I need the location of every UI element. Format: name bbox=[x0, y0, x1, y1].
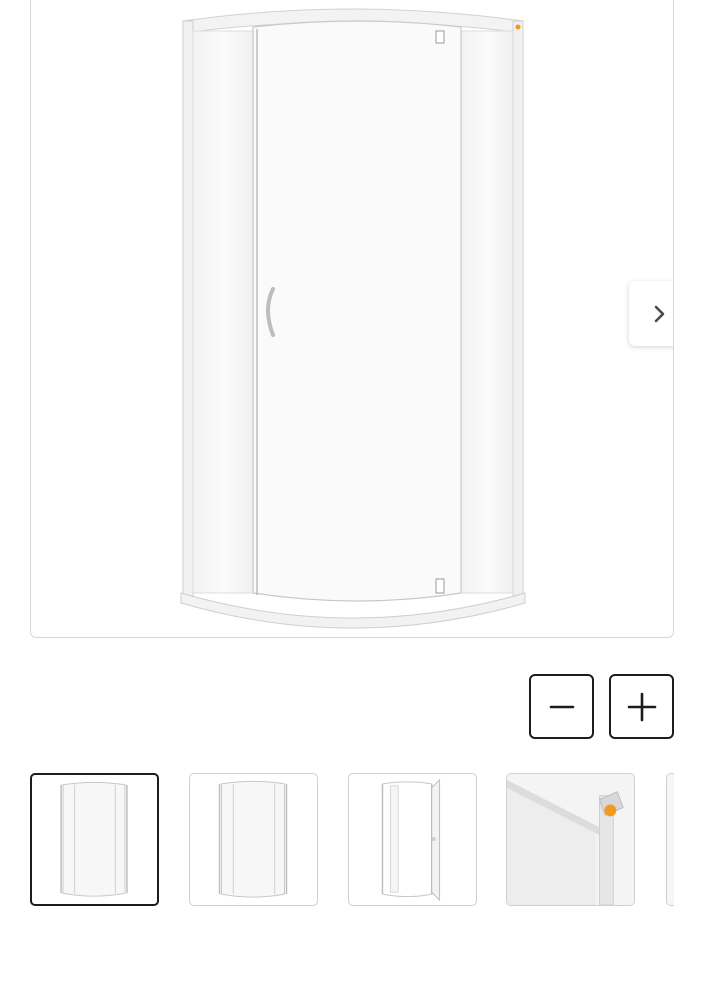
chevron-right-icon bbox=[654, 305, 664, 322]
thumbnail-3[interactable] bbox=[348, 773, 477, 906]
shower-enclosure-open-door-thumbnail bbox=[381, 778, 441, 902]
plus-icon bbox=[627, 692, 656, 721]
main-product-image[interactable] bbox=[30, 0, 674, 638]
zoom-out-button[interactable] bbox=[529, 674, 594, 739]
thumbnail-4[interactable] bbox=[506, 773, 635, 906]
shower-enclosure-front-thumbnail-2 bbox=[218, 780, 288, 898]
thumbnail-5[interactable] bbox=[666, 773, 674, 906]
shower-hinge-detail-thumbnail bbox=[507, 774, 634, 905]
shower-enclosure-image bbox=[180, 8, 526, 629]
shower-enclosure-front-thumbnail bbox=[60, 781, 128, 897]
thumbnail-strip bbox=[30, 773, 674, 907]
thumbnail-1[interactable] bbox=[30, 773, 159, 906]
thumbnail-2[interactable] bbox=[189, 773, 318, 906]
partial-thumbnail bbox=[667, 774, 674, 905]
zoom-in-button[interactable] bbox=[609, 674, 674, 739]
next-image-button[interactable] bbox=[629, 281, 673, 346]
minus-icon bbox=[549, 705, 574, 708]
